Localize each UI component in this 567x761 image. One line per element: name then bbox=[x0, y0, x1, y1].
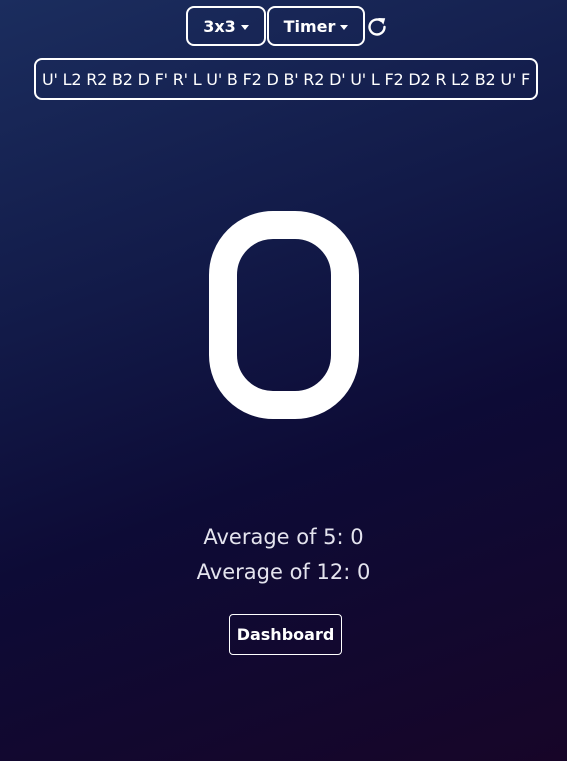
average-of-5: Average of 5: 0 bbox=[203, 525, 364, 549]
scramble-text: U' L2 R2 B2 D F' R' L U' B F2 D B' R2 D'… bbox=[42, 69, 530, 89]
puzzle-type-label: 3x3 bbox=[203, 16, 236, 36]
mode-label: Timer bbox=[283, 16, 336, 36]
svg-text:0: 0 bbox=[284, 319, 285, 321]
average-of-12: Average of 12: 0 bbox=[196, 560, 371, 584]
dashboard-button[interactable]: Dashboard bbox=[229, 614, 342, 655]
chevron-down-icon bbox=[240, 24, 249, 30]
scramble-display: U' L2 R2 B2 D F' R' L U' B F2 D B' R2 D'… bbox=[34, 58, 538, 100]
refresh-icon[interactable] bbox=[365, 15, 389, 39]
top-toolbar: 3x3 Timer bbox=[0, 6, 567, 48]
timer-digit: 0 bbox=[208, 211, 359, 419]
timer-display[interactable]: 0 bbox=[0, 175, 567, 455]
mode-dropdown[interactable]: Timer bbox=[267, 6, 365, 46]
stats-panel: Average of 5: 0 Average of 12: 0 bbox=[0, 520, 567, 590]
puzzle-type-dropdown[interactable]: 3x3 bbox=[186, 6, 266, 46]
chevron-down-icon bbox=[340, 24, 349, 30]
